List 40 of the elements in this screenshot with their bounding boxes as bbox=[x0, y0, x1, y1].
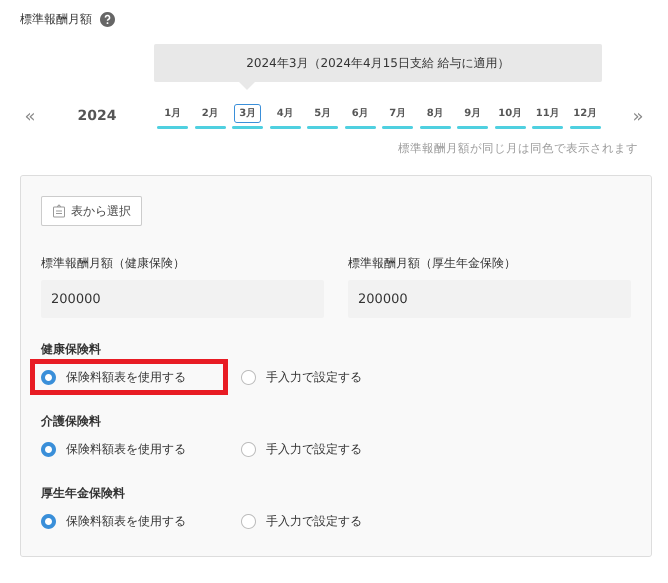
month-tab[interactable]: 12月 bbox=[568, 104, 602, 122]
option-label: 保険料額表を使用する bbox=[66, 513, 186, 530]
radio-button[interactable] bbox=[241, 370, 256, 385]
radio-button[interactable] bbox=[241, 514, 256, 529]
clipboard-icon bbox=[52, 204, 66, 218]
year-label: 2024 bbox=[76, 106, 118, 126]
note-text: 標準報酬月額が同じ月は同色で表示されます bbox=[398, 141, 638, 155]
input-field[interactable]: 200000 bbox=[348, 280, 631, 318]
month-tab[interactable]: 4月 bbox=[272, 104, 299, 122]
month-tab[interactable]: 11月 bbox=[530, 104, 565, 122]
option-label: 手入力で設定する bbox=[266, 369, 362, 386]
month-tab[interactable]: 1月 bbox=[159, 104, 186, 122]
month-tab[interactable]: 9月 bbox=[459, 104, 486, 122]
field-label: 標準報酬月額（健康保険） bbox=[41, 255, 186, 272]
month-tab[interactable]: 8月 bbox=[422, 104, 449, 122]
group-label: 健康保険料 bbox=[41, 341, 102, 358]
option-label: 保険料額表を使用する bbox=[66, 441, 186, 458]
field-label: 標準報酬月額（厚生年金保険） bbox=[348, 255, 517, 272]
option-label: 手入力で設定する bbox=[266, 441, 362, 458]
month-tab[interactable]: 2月 bbox=[196, 104, 224, 122]
radio-button[interactable] bbox=[41, 514, 56, 529]
next-year-button[interactable]: » bbox=[628, 102, 648, 130]
group-label: 厚生年金保険料 bbox=[41, 485, 126, 502]
group-label: 介護保険料 bbox=[41, 413, 102, 430]
help-icon[interactable] bbox=[100, 12, 115, 26]
radio-button[interactable] bbox=[41, 442, 56, 457]
month-tab[interactable]: 7月 bbox=[384, 104, 412, 122]
month-tab[interactable]: 10月 bbox=[493, 104, 528, 122]
month-tab[interactable]: 5月 bbox=[309, 104, 336, 122]
radio-button[interactable] bbox=[241, 442, 256, 457]
tooltip: 2024年3月（2024年4月15日支給 給与に適用） bbox=[154, 44, 602, 82]
previous-year-button[interactable]: « bbox=[20, 102, 40, 130]
option-label: 保険料額表を使用する bbox=[66, 369, 186, 386]
option-label: 手入力で設定する bbox=[266, 513, 362, 530]
month-tab[interactable]: 3月 bbox=[234, 104, 262, 122]
section-title: 標準報酬月額 bbox=[20, 11, 92, 28]
radio-button[interactable] bbox=[41, 370, 56, 385]
select-from-table-button[interactable]: 表から選択 bbox=[41, 196, 142, 226]
input-field[interactable]: 200000 bbox=[41, 280, 324, 318]
month-tab[interactable]: 6月 bbox=[346, 104, 374, 122]
